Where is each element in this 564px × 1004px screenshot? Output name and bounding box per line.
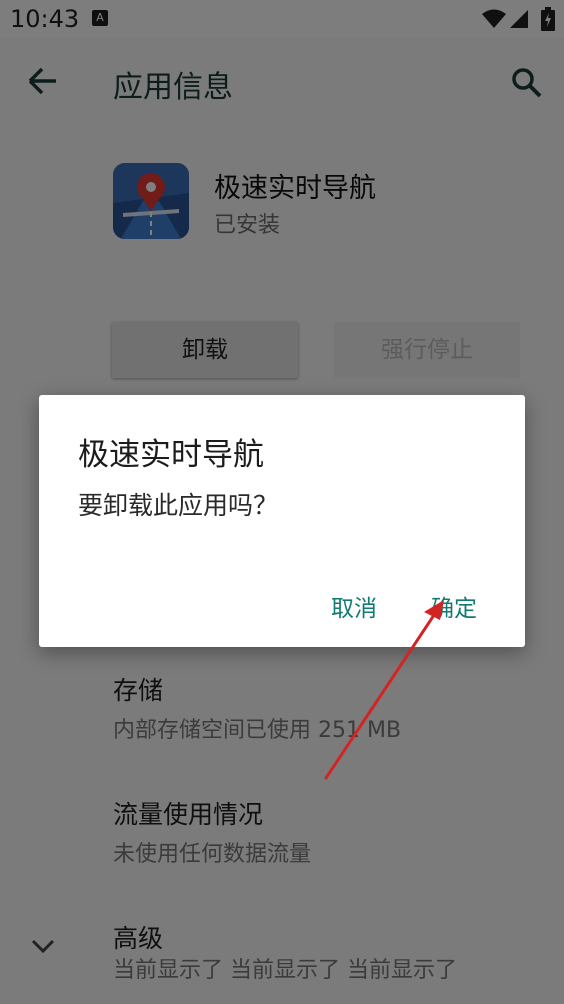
dialog-title: 极速实时导航 bbox=[78, 437, 264, 473]
cancel-button[interactable]: 取消 bbox=[331, 589, 377, 623]
dialog-message: 要卸载此应用吗？ bbox=[78, 491, 279, 520]
uninstall-dialog: 极速实时导航 要卸载此应用吗？ 取消 确定 bbox=[39, 395, 525, 647]
app-info-screen: 10:43 A 应用信息 bbox=[0, 0, 564, 1004]
confirm-button[interactable]: 确定 bbox=[431, 589, 477, 623]
